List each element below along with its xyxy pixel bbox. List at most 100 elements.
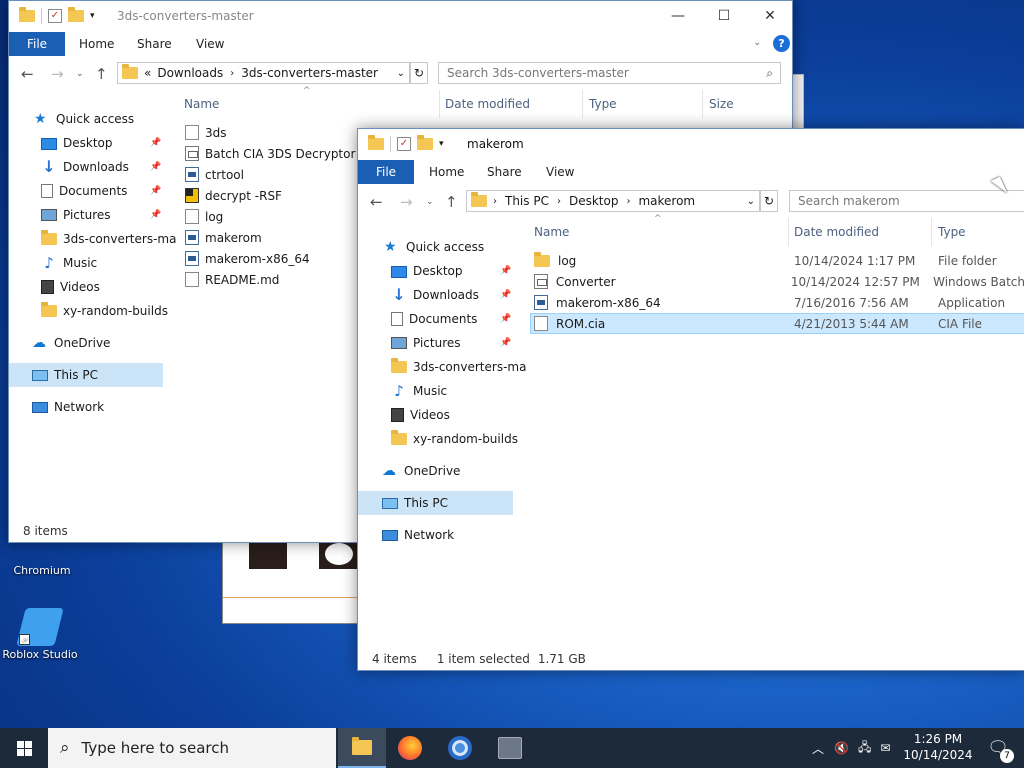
nav-item-pictures[interactable]: Pictures	[391, 331, 461, 355]
recent-locations-icon[interactable]: ⌄	[426, 197, 434, 207]
tab-home[interactable]: Home	[79, 37, 114, 51]
file-row[interactable]: README.md	[185, 269, 279, 290]
action-center-button[interactable]: 🗨 7	[978, 728, 1018, 768]
tab-view[interactable]: View	[196, 37, 224, 51]
show-hidden-icons-icon[interactable]: ︿	[812, 740, 824, 757]
nav-item-3ds-converters[interactable]: 3ds-converters-ma	[391, 355, 526, 379]
ribbon-expand-icon[interactable]: ⌄	[753, 37, 761, 48]
file-tab[interactable]: File	[9, 32, 65, 56]
nav-item-desktop[interactable]: Desktop	[391, 259, 463, 283]
network-icon[interactable]: 🖧	[858, 738, 871, 759]
clock[interactable]: 1:26 PM 10/14/2024	[902, 731, 974, 763]
column-header-date[interactable]: Date modified	[794, 225, 879, 239]
file-row[interactable]: ctrtool	[185, 164, 244, 185]
file-row[interactable]: 3ds	[185, 122, 227, 143]
nav-item-onedrive[interactable]: ☁ OneDrive	[382, 459, 460, 483]
tab-view[interactable]: View	[546, 165, 574, 179]
column-header-name[interactable]: Name	[534, 225, 569, 239]
nav-item-documents[interactable]: Documents	[41, 179, 127, 203]
title-bar[interactable]: ✓ ▾ makerom	[358, 129, 1024, 159]
help-icon[interactable]: ?	[773, 35, 790, 52]
customize-qat-icon[interactable]: ▾	[439, 139, 444, 149]
minimize-button[interactable]: —	[655, 1, 701, 31]
address-dropdown-icon[interactable]: ⌄	[397, 68, 405, 79]
address-bar[interactable]: › This PC › Desktop › makerom ⌄	[466, 190, 760, 212]
taskbar-search-box[interactable]: ⌕ Type here to search	[48, 728, 336, 768]
file-row[interactable]: makerom	[185, 227, 262, 248]
breadcrumb-3ds-converters-master[interactable]: 3ds-converters-master	[241, 66, 378, 80]
nav-item-music[interactable]: ♪ Music	[391, 379, 447, 403]
customize-qat-icon[interactable]: ▾	[90, 11, 95, 21]
volume-muted-icon[interactable]: 🔇	[834, 741, 849, 755]
properties-icon[interactable]: ✓	[48, 9, 62, 23]
new-folder-icon[interactable]	[417, 135, 433, 150]
nav-item-3ds-converters[interactable]: 3ds-converters-ma	[41, 227, 176, 251]
nav-item-quick-access[interactable]: ★ Quick access	[384, 235, 484, 259]
nav-item-videos[interactable]: Videos	[41, 275, 100, 299]
recent-locations-icon[interactable]: ⌄	[76, 69, 84, 79]
desktop-icon-roblox-studio[interactable]: ↗ Roblox Studio	[0, 604, 82, 661]
nav-item-xy-random-builds[interactable]: xy-random-builds	[391, 427, 518, 451]
close-button[interactable]: ✕	[747, 1, 792, 31]
breadcrumb-downloads[interactable]: Downloads	[157, 66, 223, 80]
file-tab[interactable]: File	[358, 160, 414, 184]
nav-item-desktop[interactable]: Desktop	[41, 131, 113, 155]
nav-item-this-pc[interactable]: This PC	[358, 491, 513, 515]
taskbar-file-explorer[interactable]	[338, 728, 386, 768]
breadcrumb-this-pc[interactable]: This PC	[505, 194, 549, 208]
file-row[interactable]: decrypt -RSF	[185, 185, 282, 206]
nav-item-onedrive[interactable]: ☁ OneDrive	[32, 331, 110, 355]
title-bar[interactable]: ✓ ▾ 3ds-converters-master — ☐ ✕	[9, 1, 792, 31]
back-button[interactable]: ←	[21, 65, 34, 83]
nav-item-network[interactable]: Network	[32, 395, 104, 419]
tab-share[interactable]: Share	[487, 165, 522, 179]
breadcrumb-makerom[interactable]: makerom	[638, 194, 695, 208]
nav-item-pictures[interactable]: Pictures	[41, 203, 111, 227]
column-header-name[interactable]: Name	[184, 97, 219, 111]
explorer-window-makerom[interactable]: ✓ ▾ makerom File Home Share View ← → ⌄ ↑…	[357, 128, 1024, 671]
address-dropdown-icon[interactable]: ⌄	[747, 196, 755, 207]
up-button[interactable]: ↑	[95, 65, 108, 83]
file-row[interactable]: Batch CIA 3DS Decryptor	[185, 143, 355, 164]
nav-item-downloads[interactable]: ↓ Downloads	[41, 155, 129, 179]
breadcrumb-desktop[interactable]: Desktop	[569, 194, 619, 208]
nav-item-downloads[interactable]: ↓ Downloads	[391, 283, 479, 307]
search-input[interactable]: Search 3ds-converters-master ⌕	[438, 62, 781, 84]
back-button[interactable]: ←	[370, 193, 383, 211]
column-header-date[interactable]: Date modified	[445, 97, 530, 111]
taskbar-firefox[interactable]	[386, 728, 434, 768]
properties-icon[interactable]: ✓	[397, 137, 411, 151]
forward-button[interactable]: →	[400, 193, 413, 211]
language-icon[interactable]: ✉	[880, 741, 890, 755]
nav-item-documents[interactable]: Documents	[391, 307, 477, 331]
up-button[interactable]: ↑	[445, 193, 458, 211]
firefox-icon	[398, 736, 422, 760]
taskbar-app-4[interactable]	[486, 728, 534, 768]
column-header-type[interactable]: Type	[938, 225, 966, 239]
nav-item-this-pc[interactable]: This PC	[9, 363, 163, 387]
nav-item-network[interactable]: Network	[382, 523, 454, 547]
nav-item-quick-access[interactable]: ★ Quick access	[34, 107, 134, 131]
file-row-selected[interactable]: ROM.cia 4/21/2013 5:44 AM CIA File	[530, 313, 1024, 334]
forward-button[interactable]: →	[51, 65, 64, 83]
maximize-button[interactable]: ☐	[701, 1, 747, 31]
address-bar[interactable]: « Downloads › 3ds-converters-master ⌄	[117, 62, 410, 84]
nav-item-xy-random-builds[interactable]: xy-random-builds	[41, 299, 168, 323]
refresh-button[interactable]: ↻	[410, 62, 428, 84]
refresh-button[interactable]: ↻	[760, 190, 778, 212]
column-header-type[interactable]: Type	[589, 97, 617, 111]
taskbar-chromium[interactable]	[436, 728, 484, 768]
file-row[interactable]: makerom-x86_64 7/16/2016 7:56 AM Applica…	[530, 292, 1024, 313]
file-row[interactable]: log 10/14/2024 1:17 PM File folder	[530, 250, 1024, 271]
column-header-size[interactable]: Size	[709, 97, 734, 111]
new-folder-icon[interactable]	[68, 7, 84, 22]
file-row[interactable]: Converter 10/14/2024 12:57 PM Windows Ba…	[530, 271, 1024, 292]
tab-share[interactable]: Share	[137, 37, 172, 51]
tab-home[interactable]: Home	[429, 165, 464, 179]
file-row[interactable]: log	[185, 206, 223, 227]
search-input[interactable]: Search makerom	[789, 190, 1024, 212]
file-row[interactable]: makerom-x86_64	[185, 248, 310, 269]
start-button[interactable]	[0, 728, 48, 768]
nav-item-videos[interactable]: Videos	[391, 403, 450, 427]
nav-item-music[interactable]: ♪ Music	[41, 251, 97, 275]
